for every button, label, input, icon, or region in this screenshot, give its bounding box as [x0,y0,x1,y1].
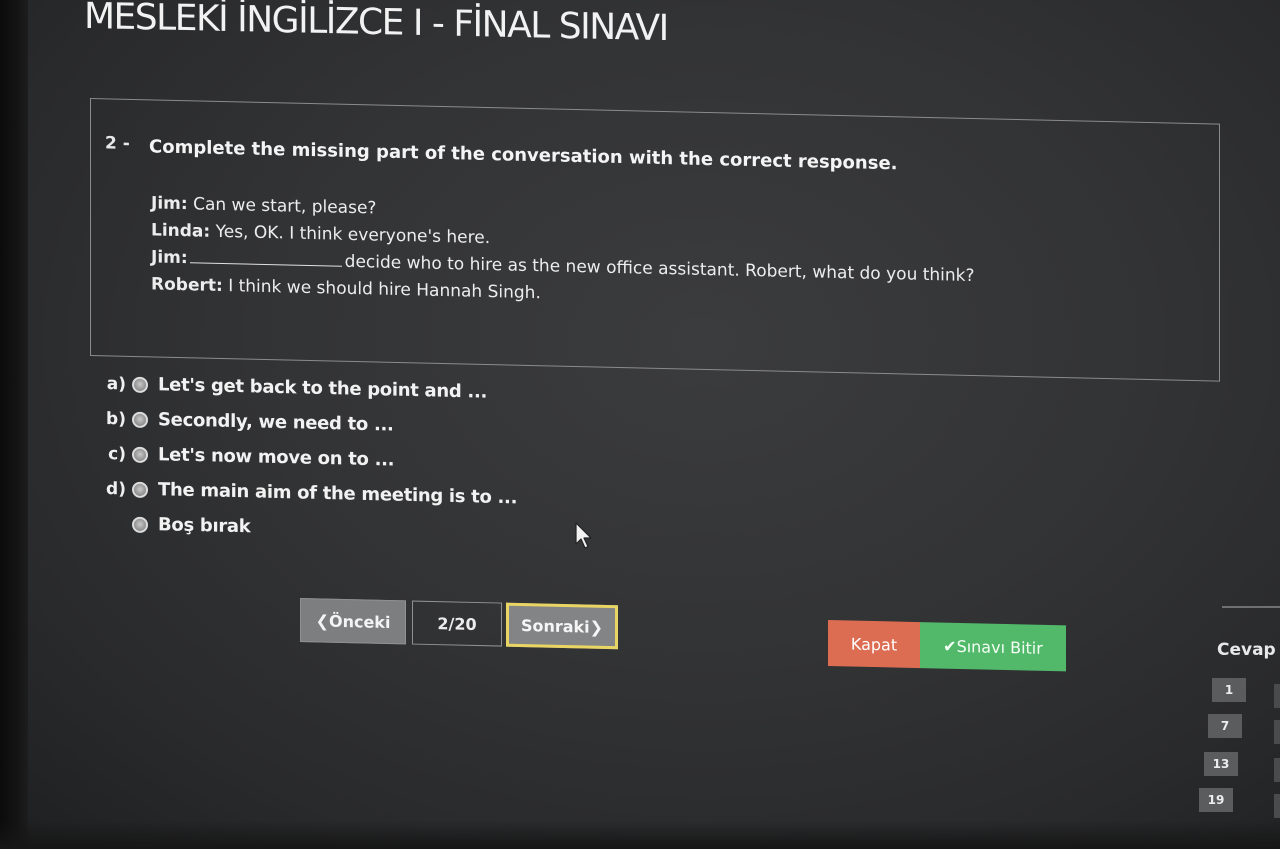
radio-button[interactable] [132,411,148,428]
previous-button[interactable]: ❮Önceki [300,598,406,645]
option-text[interactable]: Let's now move on to ... [158,444,394,470]
option-letter: d) [106,478,126,499]
option-letter: c) [108,443,126,464]
page-indicator: 2/20 [412,600,502,647]
dialogue-text: Can we start, please? [193,194,377,219]
finish-exam-button[interactable]: ✔Sınavı Bitir [920,622,1066,672]
speaker-name: Robert: [151,274,223,297]
question-jump-button[interactable]: 7 [1208,714,1242,738]
question-navigation: ❮Önceki 2/20 Sonraki❯ [300,598,618,650]
question-box: 2 - Complete the missing part of the con… [90,98,1220,382]
option-text[interactable]: Secondly, we need to ... [158,409,394,435]
dialogue-text: I think we should hire Hannah Singh. [228,276,541,304]
dialogue-text: Yes, OK. I think everyone's here. [215,221,491,249]
speaker-name: Jim: [151,193,188,215]
mouse-pointer-icon [575,522,592,549]
option-letter: b) [106,408,126,429]
speaker-name: Jim: [151,247,188,269]
option-text[interactable]: The main aim of the meeting is to ... [158,479,517,508]
question-jump-button[interactable] [1274,720,1280,744]
question-prompt: Complete the missing part of the convers… [149,136,898,175]
panel-divider [1222,606,1280,608]
speaker-name: Linda: [151,220,211,242]
question-jump-button[interactable] [1274,758,1280,782]
radio-button[interactable] [132,376,148,393]
question-jump-button[interactable] [1274,794,1280,818]
close-button[interactable]: Kapat [828,620,920,669]
radio-button[interactable] [132,516,148,533]
answer-blank [189,248,342,267]
question-jump-button[interactable]: 1 [1212,678,1246,702]
question-jump-button[interactable]: 19 [1199,788,1233,812]
exam-actions: Kapat ✔Sınavı Bitir [828,620,1066,672]
answer-panel-label: Cevap L [1217,640,1280,660]
option-text[interactable]: Let's get back to the point and ... [158,374,487,402]
monitor-bezel [0,820,1280,849]
monitor-bezel [0,0,28,849]
option-text[interactable]: Boş bırak [158,514,250,537]
question-jump-button[interactable] [1274,684,1280,708]
radio-button[interactable] [132,481,148,498]
option-letter: a) [106,373,126,394]
radio-button[interactable] [132,446,148,463]
next-button[interactable]: Sonraki❯ [506,602,618,650]
question-jump-button[interactable]: 13 [1204,752,1238,776]
answer-options: a) Let's get back to the point and ... b… [104,366,517,550]
dialogue: Jim: Can we start, please? Linda: Yes, O… [151,190,975,317]
question-number: 2 - [105,133,130,154]
